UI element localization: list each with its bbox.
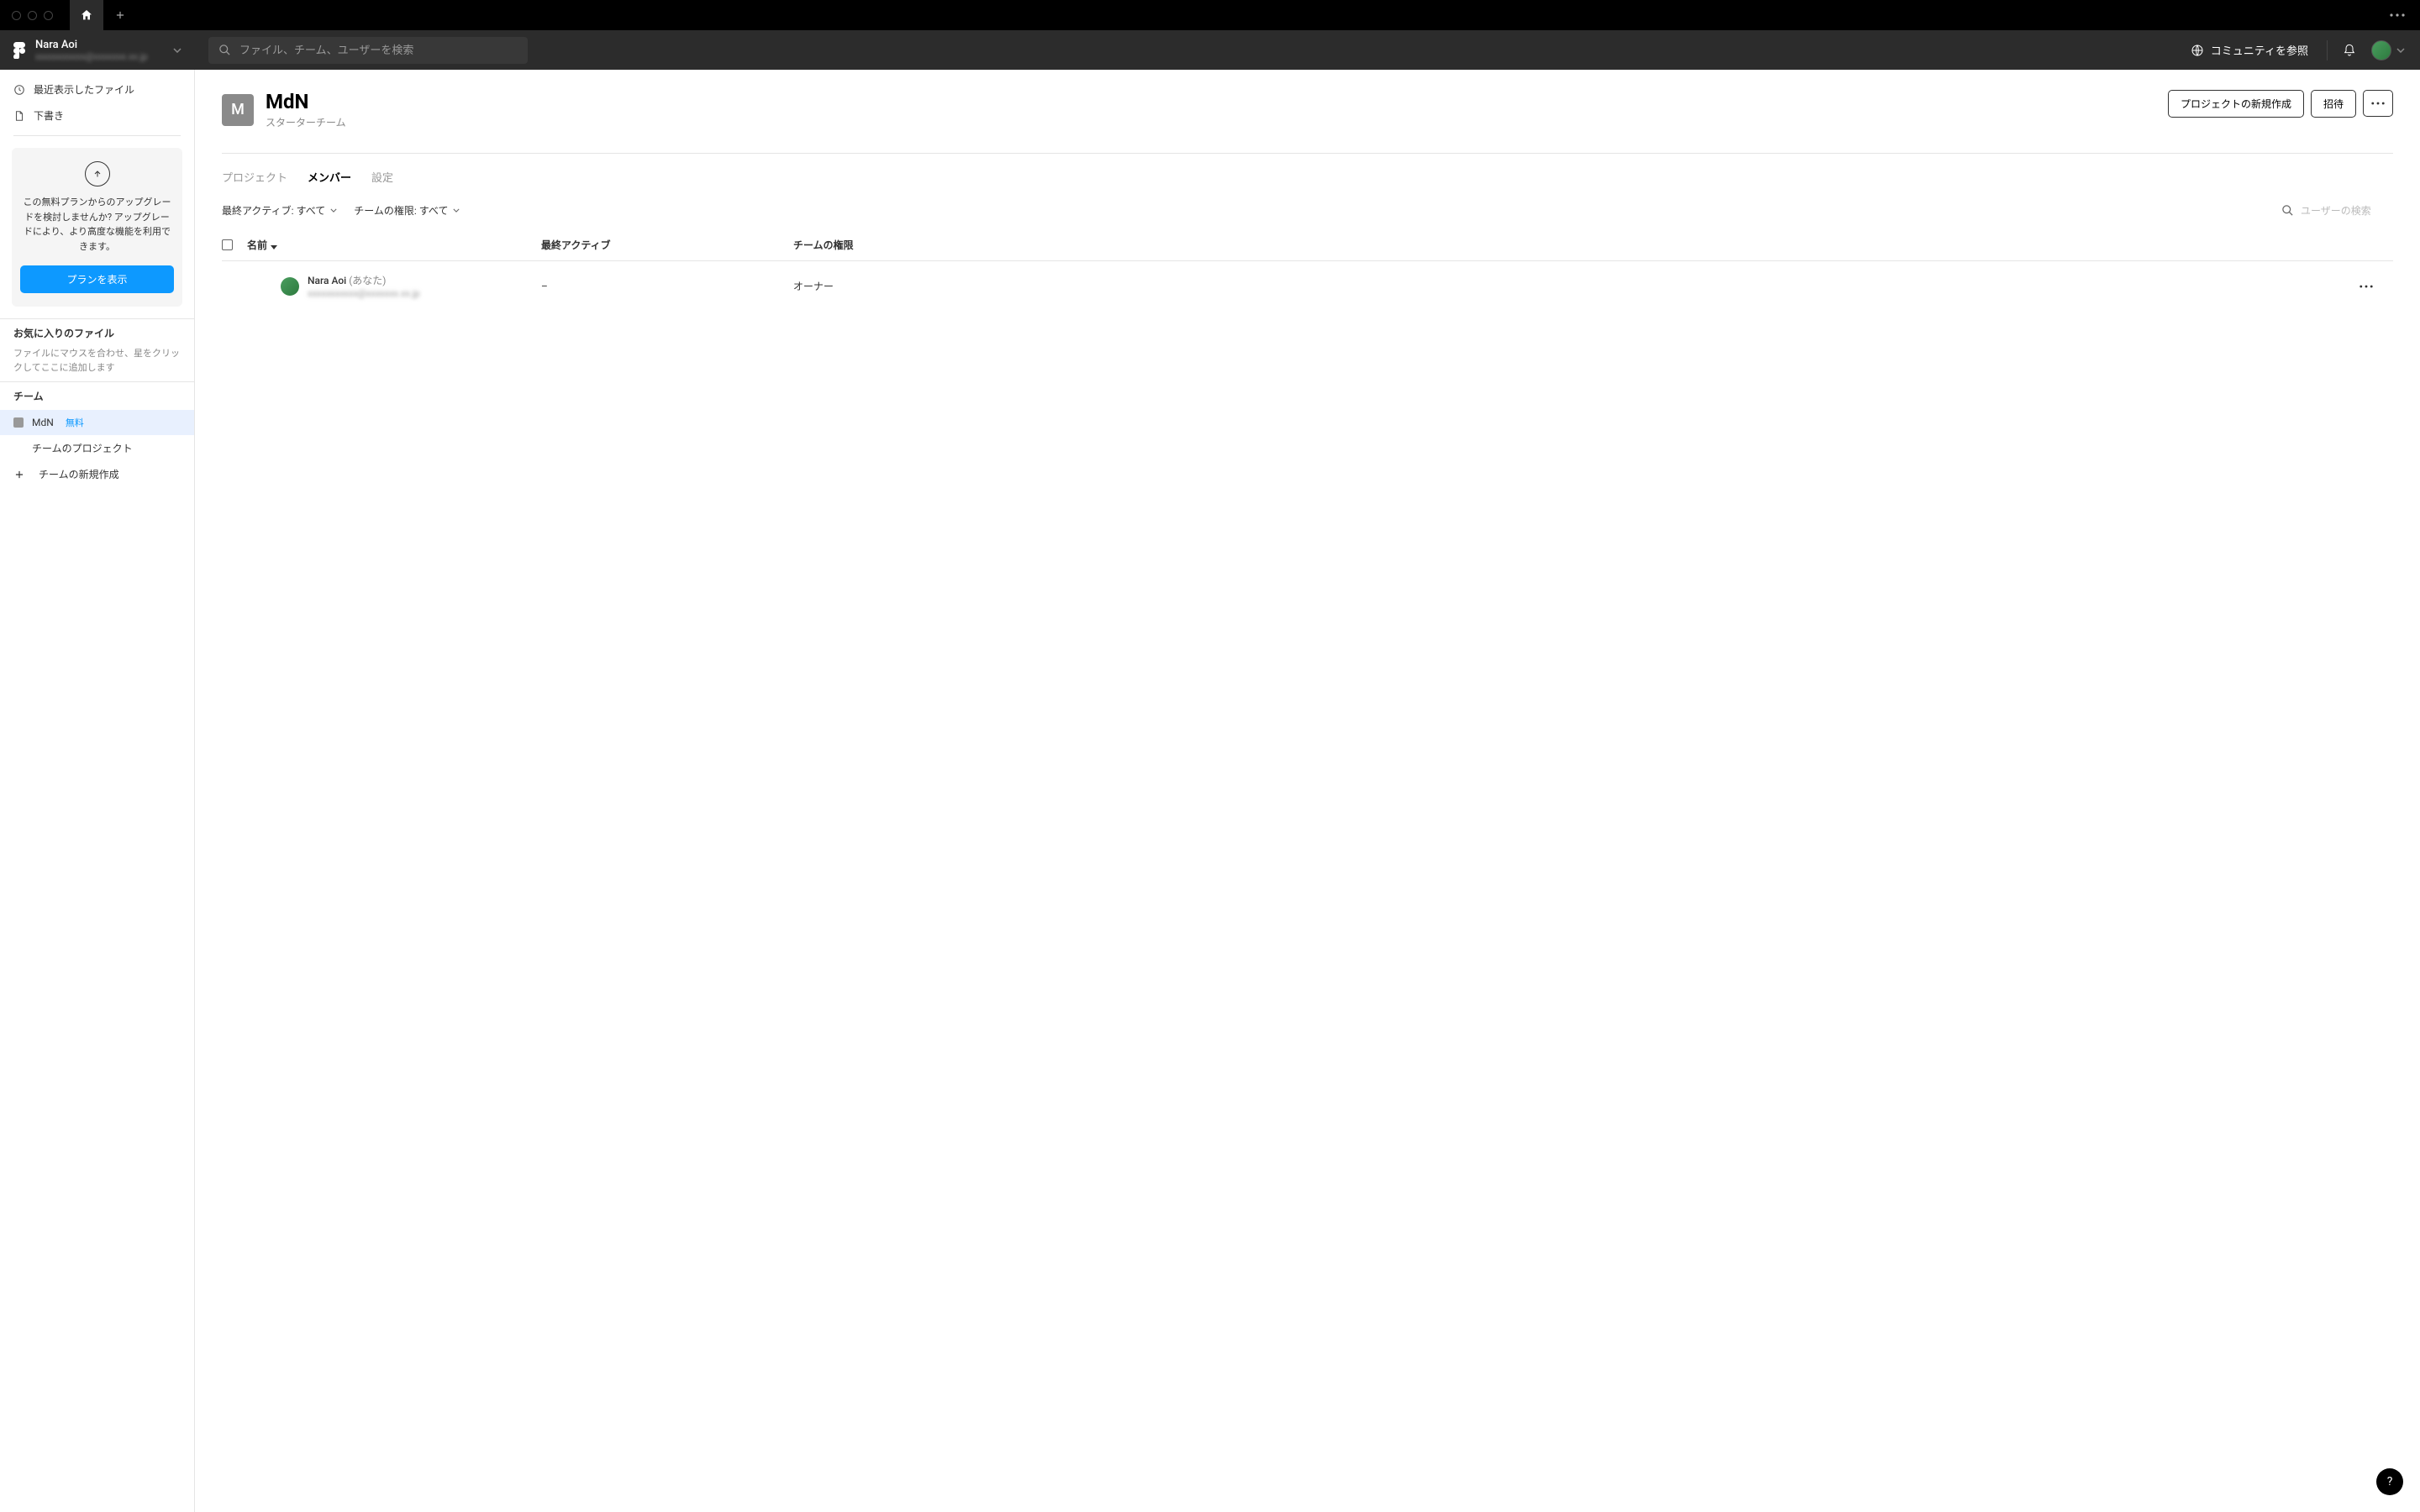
member-you-badge: (あなた): [349, 275, 386, 286]
team-color-icon: [13, 417, 24, 428]
new-project-button[interactable]: プロジェクトの新規作成: [2168, 90, 2304, 118]
team-name-heading: MdN: [266, 90, 346, 113]
team-avatar: M: [222, 94, 254, 126]
sidebar-item-drafts[interactable]: 下書き: [0, 102, 194, 129]
tab-settings[interactable]: 設定: [371, 169, 393, 188]
column-name-header[interactable]: 名前: [247, 238, 541, 252]
column-permissions-header[interactable]: チームの権限: [793, 238, 2360, 252]
sidebar: 最近表示したファイル 下書き この無料プランからのアップグレードを検討しませんか…: [0, 70, 195, 1512]
home-tab[interactable]: [70, 0, 103, 30]
maximize-window[interactable]: [44, 11, 53, 20]
notifications-button[interactable]: [2334, 35, 2365, 66]
plus-icon: [13, 469, 25, 480]
member-permission: オーナー: [793, 279, 2360, 293]
ellipsis-icon: [2371, 102, 2385, 105]
team-badge: 無料: [66, 416, 84, 429]
search-input[interactable]: [239, 44, 518, 56]
invite-button[interactable]: 招待: [2311, 90, 2356, 118]
team-subtitle: スターターチーム: [266, 115, 346, 129]
filter-permissions-label: チームの権限: すべて: [354, 203, 448, 218]
filter-last-active-label: 最終アクティブ: すべて: [222, 203, 325, 218]
titlebar-menu[interactable]: [2390, 13, 2420, 17]
plus-icon: [114, 9, 126, 21]
teams-label: チーム: [0, 382, 194, 410]
create-team-button[interactable]: チームの新規作成: [0, 461, 194, 487]
column-last-active-header[interactable]: 最終アクティブ: [541, 238, 793, 252]
avatar: [2371, 40, 2391, 60]
search-icon: [2281, 204, 2294, 217]
tabs: [70, 0, 137, 30]
profile-menu[interactable]: [2371, 40, 2405, 60]
sidebar-item-recent[interactable]: 最近表示したファイル: [0, 76, 194, 102]
community-label: コミュニティを参照: [2211, 42, 2308, 58]
ellipsis-icon: [2360, 285, 2373, 288]
upgrade-description: この無料プランからのアップグレードを検討しませんか? アップグレードにより、より…: [20, 195, 174, 254]
figma-logo-icon: [13, 42, 25, 59]
view-plans-button[interactable]: プランを表示: [20, 265, 174, 293]
favorites-label: お気に入りのファイル: [0, 319, 194, 347]
user-menu[interactable]: Nara Aoi xxxxxxxxxxx@xxxxxxx.xx.jp: [0, 39, 195, 62]
clock-icon: [13, 84, 25, 96]
ellipsis-icon: [2390, 13, 2405, 17]
filter-last-active[interactable]: 最終アクティブ: すべて: [222, 203, 337, 218]
bell-icon: [2343, 44, 2356, 57]
sidebar-item-team-projects[interactable]: チームのプロジェクト: [0, 435, 194, 461]
upload-icon: [85, 161, 110, 186]
team-name: MdN: [32, 417, 54, 428]
new-tab-button[interactable]: [103, 0, 137, 30]
member-avatar: [281, 277, 299, 296]
team-more-button[interactable]: [2363, 90, 2393, 117]
window-controls: [0, 11, 53, 20]
team-projects-label: チームのプロジェクト: [32, 441, 133, 455]
chevron-down-icon: [2396, 48, 2405, 53]
chevron-down-icon: [173, 48, 182, 53]
sidebar-recent-label: 最近表示したファイル: [34, 82, 134, 97]
search-bar[interactable]: [208, 37, 528, 64]
help-button[interactable]: ?: [2376, 1468, 2403, 1495]
user-search[interactable]: [2281, 204, 2393, 217]
tab-members[interactable]: メンバー: [308, 169, 351, 188]
file-icon: [13, 110, 25, 122]
filter-permissions[interactable]: チームの権限: すべて: [354, 203, 460, 218]
user-email: xxxxxxxxxxx@xxxxxxx.xx.jp: [35, 51, 163, 62]
minimize-window[interactable]: [28, 11, 37, 20]
globe-icon: [2191, 44, 2204, 57]
select-all-checkbox[interactable]: [222, 239, 233, 250]
topbar: Nara Aoi xxxxxxxxxxx@xxxxxxx.xx.jp コミュニテ…: [0, 30, 2420, 70]
browse-community-button[interactable]: コミュニティを参照: [2179, 42, 2320, 58]
column-name-label: 名前: [247, 238, 267, 252]
member-last-active: –: [541, 281, 793, 292]
table-row[interactable]: Nara Aoi (あなた) xxxxxxxxxxx@xxxxxxx.xx.jp…: [222, 261, 2393, 311]
home-icon: [80, 8, 93, 22]
main-content: M MdN スターターチーム プロジェクトの新規作成 招待 プロジェクト メンバ…: [195, 70, 2420, 1512]
user-name: Nara Aoi: [35, 39, 163, 51]
sort-down-icon: [271, 241, 277, 249]
titlebar: [0, 0, 2420, 30]
chevron-down-icon: [330, 208, 337, 213]
favorites-description: ファイルにマウスを合わせ、星をクリックしてここに追加します: [0, 347, 194, 381]
close-window[interactable]: [12, 11, 21, 20]
chevron-down-icon: [453, 208, 460, 213]
tab-projects[interactable]: プロジェクト: [222, 169, 287, 188]
member-name: Nara Aoi: [308, 275, 346, 286]
member-email: xxxxxxxxxxx@xxxxxxx.xx.jp: [308, 288, 420, 299]
sidebar-item-team-mdn[interactable]: MdN 無料: [0, 410, 194, 435]
search-icon: [218, 44, 231, 56]
user-search-input[interactable]: [2301, 205, 2393, 217]
sidebar-drafts-label: 下書き: [34, 108, 64, 123]
member-row-actions[interactable]: [2360, 285, 2393, 288]
upgrade-card: この無料プランからのアップグレードを検討しませんか? アップグレードにより、より…: [12, 148, 182, 307]
create-team-label: チームの新規作成: [39, 467, 119, 481]
table-header: 名前 最終アクティブ チームの権限: [222, 229, 2393, 261]
